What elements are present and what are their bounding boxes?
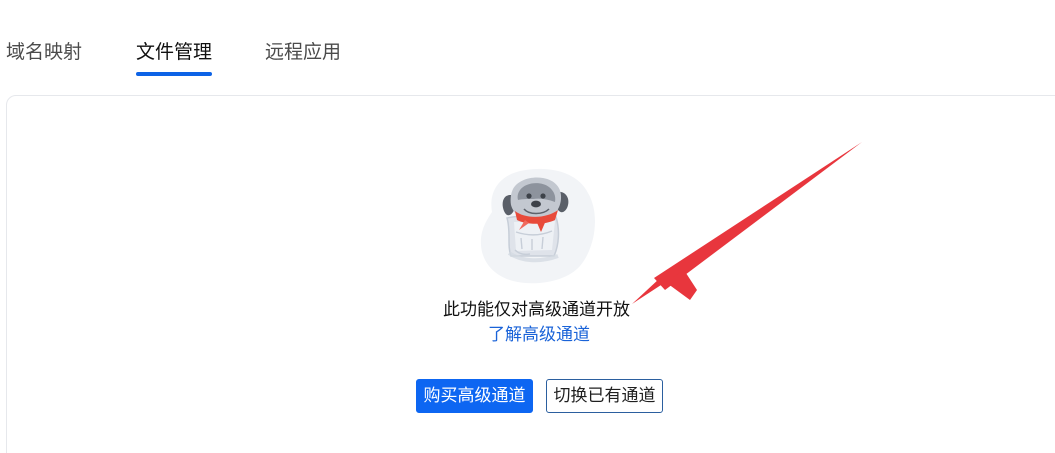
tab-label: 远程应用 — [265, 41, 342, 63]
tab-domain-mapping[interactable]: 域名映射 — [6, 40, 82, 64]
tab-label: 域名映射 — [6, 41, 83, 63]
learn-premium-channel-link[interactable]: 了解高级通道 — [488, 324, 590, 346]
buy-premium-channel-button[interactable]: 购买高级通道 — [416, 379, 533, 413]
tab-file-management[interactable]: 文件管理 — [136, 40, 213, 76]
tab-bar: 域名映射 文件管理 远程应用 — [0, 0, 1055, 80]
tab-label: 文件管理 — [136, 41, 213, 63]
tab-remote-apps[interactable]: 远程应用 — [265, 40, 341, 64]
dog-in-box-illustration — [480, 168, 595, 284]
active-tab-indicator — [136, 72, 213, 76]
page: 域名映射 文件管理 远程应用 此功能仅对高级通道开放 了解高级通道 购买高级通道… — [0, 0, 1055, 453]
feature-restricted-message: 此功能仅对高级通道开放 — [443, 300, 630, 320]
switch-existing-channel-button[interactable]: 切换已有通道 — [546, 379, 663, 413]
